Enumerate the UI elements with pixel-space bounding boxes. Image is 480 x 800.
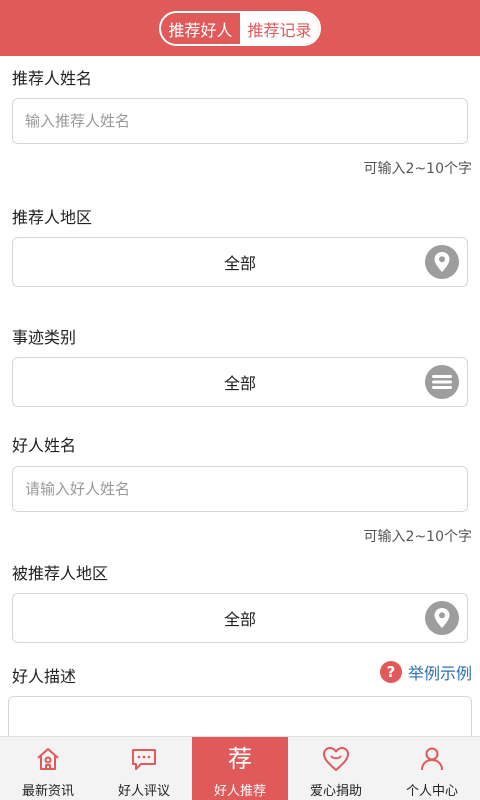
recommender-name-label: 推荐人姓名	[12, 69, 93, 88]
good-person-name-label: 好人姓名	[12, 436, 77, 455]
example-link[interactable]: ? 举例示例	[379, 660, 472, 684]
tab-charity-donation-label: 爱心捐助	[309, 784, 362, 799]
recommender-region-value: 全部	[223, 254, 256, 273]
form-content: 推荐人姓名 可输入2~10个字 推荐人地区 全部 事迹类别 全部 好人姓名 可输…	[0, 56, 480, 736]
description-textarea[interactable]	[8, 696, 472, 736]
tab-latest-news[interactable]: 最新资讯	[0, 737, 96, 800]
recommender-name-hint: 可输入2~10个字	[363, 161, 472, 177]
top-header: 推荐好人 推荐记录	[0, 0, 480, 56]
tab-personal-center-label: 个人中心	[405, 784, 458, 799]
location-pin-icon[interactable]	[425, 245, 459, 279]
tab-charity-donation[interactable]: 爱心捐助	[288, 737, 384, 800]
good-person-name-field-box	[12, 466, 468, 512]
house-icon	[33, 744, 63, 774]
recommended-region-value: 全部	[223, 610, 256, 629]
location-pin-icon[interactable]	[425, 601, 459, 635]
good-person-name-hint: 可输入2~10个字	[363, 529, 472, 545]
menu-list-icon[interactable]	[425, 365, 459, 399]
recommend-char: 荐	[228, 745, 252, 773]
tab-latest-news-label: 最新资讯	[21, 784, 74, 799]
heart-icon	[321, 744, 351, 774]
recommended-region-label: 被推荐人地区	[12, 564, 109, 583]
tab-good-person-recommend[interactable]: 荐 好人推荐	[192, 737, 288, 800]
question-icon: ?	[379, 661, 402, 683]
tab-recommend-good-person[interactable]: 推荐好人	[161, 13, 240, 44]
description-label: 好人描述	[12, 667, 77, 686]
recommended-region-select[interactable]: 全部	[12, 593, 468, 643]
good-person-name-input[interactable]	[13, 467, 467, 511]
deed-category-value: 全部	[223, 374, 256, 393]
recommender-region-select[interactable]: 全部	[12, 237, 468, 287]
segmented-control: 推荐好人 推荐记录	[159, 11, 321, 46]
recommender-name-input[interactable]	[13, 99, 467, 143]
tab-good-person-recommend-label: 好人推荐	[213, 784, 266, 799]
tab-good-person-review[interactable]: 好人评议	[96, 737, 192, 800]
tab-good-person-review-label: 好人评议	[117, 784, 170, 799]
deed-category-label: 事迹类别	[12, 328, 77, 347]
tab-personal-center[interactable]: 个人中心	[384, 737, 480, 800]
person-icon	[417, 744, 447, 774]
example-link-text: 举例示例	[407, 664, 472, 683]
recommend-char-icon: 荐	[225, 744, 255, 774]
bottom-tab-bar: 最新资讯 好人评议 荐 好人推荐 爱心捐助 个人中心	[0, 736, 480, 800]
chat-bubble-icon	[129, 744, 159, 774]
tab-recommend-records[interactable]: 推荐记录	[240, 13, 319, 44]
recommender-name-field-box	[12, 98, 468, 144]
deed-category-select[interactable]: 全部	[12, 357, 468, 407]
recommender-region-label: 推荐人地区	[12, 208, 93, 227]
